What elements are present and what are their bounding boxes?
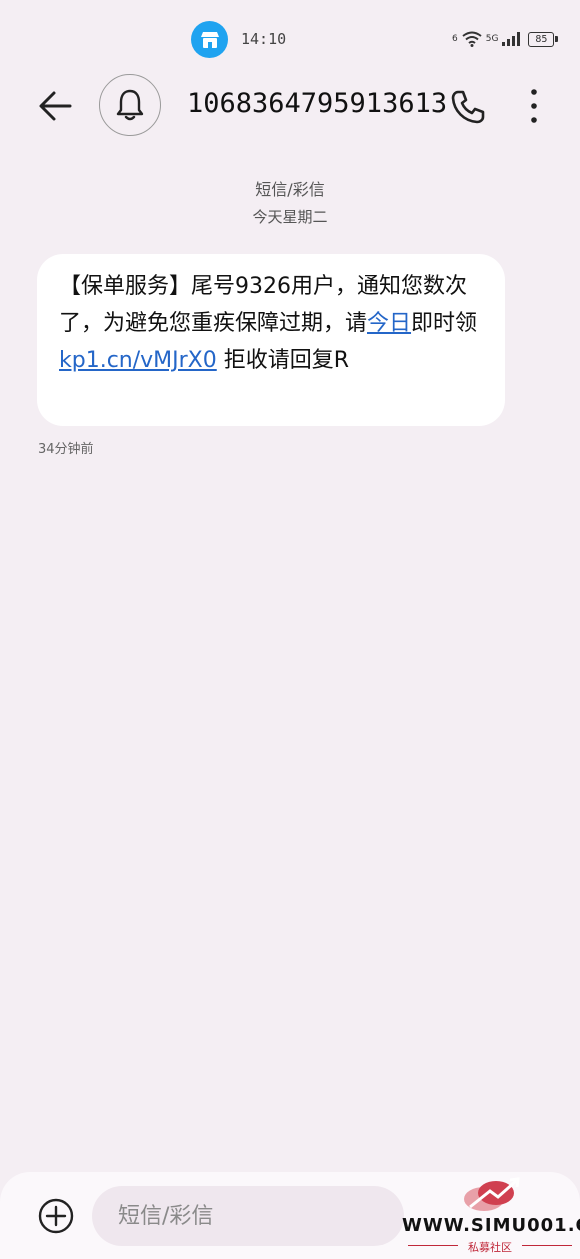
message-text-part3: 拒收请回复R — [216, 348, 350, 373]
network-type: 5G — [485, 33, 499, 44]
add-circle-icon — [38, 1198, 74, 1234]
message-text-part2: 即时领 — [411, 311, 478, 336]
message-bubble[interactable]: 【保单服务】尾号9326用户，通知您数次了，为避免您重疾保障过期，请今日即时领 … — [37, 254, 505, 426]
notification-button[interactable] — [99, 74, 161, 136]
back-button[interactable] — [36, 86, 76, 126]
status-time: 14:10 — [241, 30, 287, 48]
phone-icon — [451, 90, 485, 124]
wifi-icon — [462, 31, 482, 47]
network-label: 6 — [452, 33, 458, 44]
signal-icon — [502, 32, 521, 46]
conversation-header: 1068364795913613 — [0, 70, 580, 142]
battery-indicator: 85 — [528, 31, 559, 47]
battery-level: 85 — [535, 33, 548, 45]
contact-number: 1068364795913613 — [187, 88, 448, 119]
conversation-date-label: 今天星期二 — [252, 208, 328, 226]
watermark-subtext: 私募社区 — [468, 1241, 512, 1254]
message-link-today[interactable]: 今日 — [367, 311, 411, 336]
system-icons: 6 5G 85 — [452, 28, 559, 50]
message-url-link[interactable]: kp1.cn/vMJrX0 — [59, 348, 217, 373]
status-bar: 14:10 6 5G 85 — [0, 0, 580, 78]
conversation-type-label: 短信/彩信 — [255, 180, 325, 199]
watermark-logo-icon — [464, 1177, 520, 1211]
store-icon — [191, 21, 228, 58]
watermark-line-right — [522, 1245, 572, 1246]
message-timestamp: 34分钟前 — [38, 442, 94, 457]
more-vertical-icon — [531, 89, 537, 123]
watermark: WWW.SIMU001.CN 私募社区 — [402, 1177, 580, 1257]
back-arrow-icon — [39, 91, 72, 121]
bell-icon — [116, 89, 144, 121]
watermark-text: WWW.SIMU001.CN — [402, 1215, 580, 1236]
message-input[interactable] — [92, 1186, 404, 1246]
more-options-button[interactable] — [522, 87, 546, 127]
add-attachment-button[interactable] — [36, 1196, 76, 1236]
call-button[interactable] — [449, 88, 487, 126]
